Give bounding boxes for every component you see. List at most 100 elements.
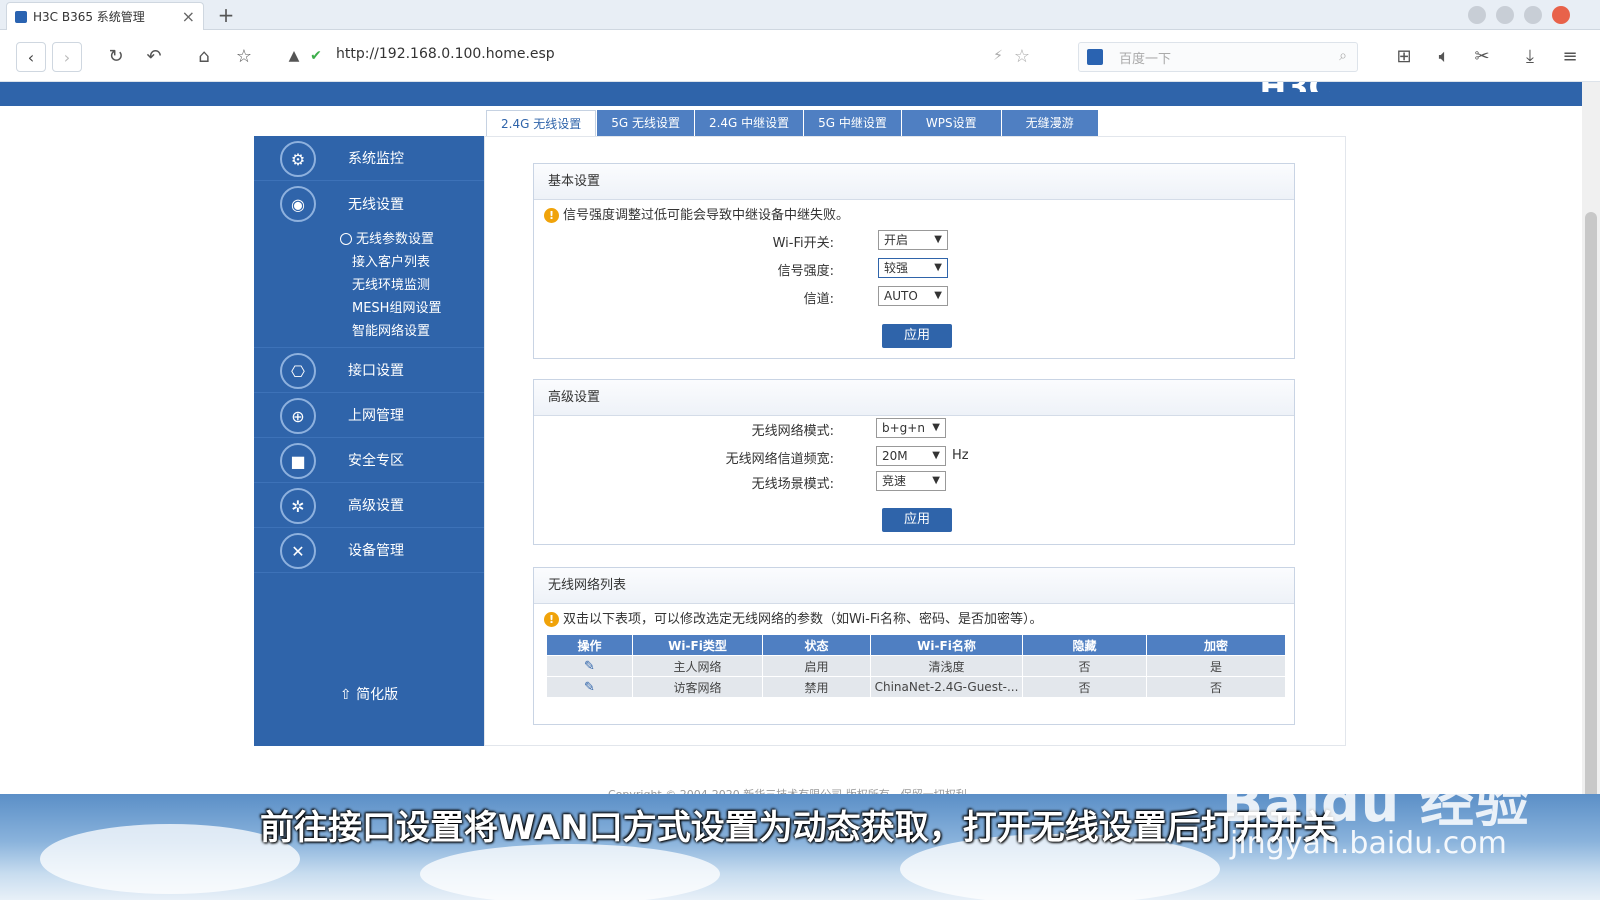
dropdown-arrow-icon: ▼ (934, 234, 942, 245)
sidebar-item-label: 设备管理 (348, 543, 404, 559)
verified-icon: ✔ (310, 48, 322, 64)
table-row[interactable]: ✎ 访客网络 禁用 ChinaNet-2.4G-Guest-... 否 否 (546, 676, 1286, 698)
edit-icon[interactable]: ✎ (584, 659, 595, 674)
wifi-name-cell: ChinaNet-2.4G-Guest-... (870, 676, 1023, 698)
bandwidth-label: 无线网络信道频宽: (725, 452, 834, 467)
search-box[interactable]: 百度一下 ⌕ (1078, 42, 1358, 72)
sidebar-item-security[interactable]: ■ 安全专区 (254, 438, 484, 483)
table-row[interactable]: ✎ 主人网络 启用 清浅度 否 是 (546, 655, 1286, 677)
tab-wps[interactable]: WPS设置 (901, 110, 1001, 136)
scissors-icon[interactable]: ✂ (1470, 44, 1494, 68)
bookmark-star-icon[interactable]: ☆ (232, 44, 256, 68)
new-tab-button[interactable]: + (212, 4, 240, 28)
search-placeholder: 百度一下 (1119, 51, 1172, 67)
simple-mode-icon: ⇧ (339, 687, 357, 703)
dropdown-arrow-icon: ▼ (932, 450, 940, 461)
basic-apply-button[interactable]: 应用 (882, 324, 952, 348)
sidebar-item-advanced[interactable]: ✲ 高级设置 (254, 483, 484, 528)
forward-button[interactable]: › (52, 42, 82, 72)
signal-warning: ! 信号强度调整过低可能会导致中继设备中继失败。 (544, 204, 849, 223)
tab-5g-wireless[interactable]: 5G 无线设置 (597, 110, 694, 136)
select-value: 20M (882, 449, 908, 463)
lightning-icon[interactable]: ⚡ (986, 44, 1010, 68)
download-icon[interactable]: ⤓ (1518, 44, 1542, 68)
sidebar-item-label: 无线设置 (348, 196, 404, 213)
sidebar-item-label: 上网管理 (348, 408, 404, 424)
tip-text: 双击以下表项，可以修改选定无线网络的参数（如Wi-Fi名称、密码、是否加密等）。 (563, 612, 1043, 627)
sidebar-item-internet[interactable]: ⊕ 上网管理 (254, 393, 484, 438)
apps-icon[interactable]: ⊞ (1392, 44, 1416, 68)
sidebar-item-monitor[interactable]: ⚙ 系统监控 (254, 136, 484, 181)
wireless-mode-select[interactable]: b+g+n ▼ (876, 418, 946, 438)
subitem-label: 无线参数设置 (356, 232, 435, 247)
panel-title: 基本设置 (534, 164, 1294, 200)
tab-24g-repeater[interactable]: 2.4G 中继设置 (694, 110, 804, 136)
subitem-mesh[interactable]: MESH组网设置 (254, 297, 484, 320)
video-subtitle: 前往接口设置将WAN口方式设置为动态获取，打开无线设置后打开开关 (260, 808, 1337, 848)
scene-mode-select[interactable]: 竞速 ▼ (876, 471, 946, 491)
tab-5g-repeater[interactable]: 5G 中继设置 (804, 110, 901, 136)
tab-roaming[interactable]: 无缝漫游 (1001, 110, 1098, 136)
selected-dot-icon (340, 233, 352, 245)
sidebar-item-wireless[interactable]: ◉ 无线设置 (254, 181, 484, 226)
window-close-icon[interactable] (1552, 6, 1570, 24)
favorite-icon[interactable]: ☆ (1010, 44, 1034, 68)
channel-select[interactable]: AUTO ▼ (878, 286, 948, 306)
edit-icon[interactable]: ✎ (584, 680, 595, 695)
menu-icon[interactable]: ≡ (1558, 44, 1582, 68)
wifi-switch-select[interactable]: 开启 ▼ (878, 230, 948, 250)
page-header: H3C (0, 82, 1582, 106)
simple-mode-link[interactable]: ⇧ 简化版 (254, 684, 484, 704)
undo-icon[interactable]: ↶ (142, 44, 166, 68)
edit-cell[interactable]: ✎ (546, 676, 633, 698)
skin-icon[interactable] (1468, 6, 1486, 24)
select-value: 开启 (884, 233, 909, 247)
scrollbar-thumb[interactable] (1585, 212, 1597, 802)
bandwidth-select[interactable]: 20M ▼ (876, 446, 946, 466)
warning-text: 信号强度调整过低可能会导致中继设备中继失败。 (563, 208, 850, 223)
tab-close-icon[interactable]: × (182, 7, 195, 26)
home-icon[interactable]: ⌂ (192, 44, 216, 68)
settings-tabs: 2.4G 无线设置 5G 无线设置 2.4G 中继设置 5G 中继设置 WPS设… (486, 110, 1099, 136)
select-value: b+g+n (882, 421, 925, 435)
subitem-wireless-params[interactable]: 无线参数设置 (254, 228, 484, 251)
col-header: Wi-Fi类型 (632, 634, 763, 656)
simple-mode-label: 简化版 (356, 687, 399, 703)
basic-settings-panel: 基本设置 ! 信号强度调整过低可能会导致中继设备中继失败。 Wi-Fi开关: 开启… (533, 163, 1295, 359)
warning-icon: ! (544, 612, 559, 627)
channel-label: 信道: (803, 292, 834, 307)
sidebar-item-interface[interactable]: ⎔ 接口设置 (254, 348, 484, 393)
browser-tab[interactable]: H3C B365 系统管理 × (6, 2, 204, 30)
encrypt-cell: 是 (1146, 655, 1286, 677)
subitem-client-list[interactable]: 接入客户列表 (254, 251, 484, 274)
wireless-list-panel: 无线网络列表 ! 双击以下表项，可以修改选定无线网络的参数（如Wi-Fi名称、密码… (533, 567, 1295, 725)
back-button[interactable]: ‹ (16, 42, 46, 72)
edit-cell[interactable]: ✎ (546, 655, 633, 677)
cloud-shape (420, 844, 720, 900)
sidebar: ⚙ 系统监控 ◉ 无线设置 无线参数设置 接入客户列表 无线环境监测 MESH组… (254, 136, 484, 746)
maximize-icon[interactable] (1524, 6, 1542, 24)
select-value: 竞速 (882, 474, 907, 488)
reload-icon[interactable]: ↻ (104, 44, 128, 68)
encrypt-cell: 否 (1146, 676, 1286, 698)
signal-strength-select[interactable]: 较强 ▼ (878, 258, 948, 278)
list-tip: ! 双击以下表项，可以修改选定无线网络的参数（如Wi-Fi名称、密码、是否加密等）… (544, 608, 1043, 627)
bandwidth-unit: Hz (952, 448, 969, 463)
sidebar-item-label: 安全专区 (348, 453, 404, 469)
search-engine-icon[interactable] (1087, 49, 1103, 65)
sidebar-item-device[interactable]: ✕ 设备管理 (254, 528, 484, 573)
browser-navbar: ‹ › ↻ ↶ ⌂ ☆ ▲ ✔ http://192.168.0.100.hom… (0, 30, 1600, 82)
warning-icon: ! (544, 208, 559, 223)
address-bar[interactable]: http://192.168.0.100.home.esp (336, 46, 555, 62)
page-scrollbar[interactable] (1582, 82, 1600, 802)
minimize-icon[interactable] (1496, 6, 1514, 24)
col-header: 隐藏 (1022, 634, 1147, 656)
advanced-apply-button[interactable]: 应用 (882, 508, 952, 532)
baidu-watermark-url: jingyan.baidu.com (1230, 826, 1507, 861)
tab-24g-wireless[interactable]: 2.4G 无线设置 (486, 110, 597, 136)
sound-icon[interactable]: 🔈︎ (1432, 44, 1456, 68)
subitem-smart-network[interactable]: 智能网络设置 (254, 320, 484, 343)
search-icon[interactable]: ⌕ (1339, 48, 1347, 64)
subitem-env-monitor[interactable]: 无线环境监测 (254, 274, 484, 297)
gear-icon: ✲ (280, 488, 316, 524)
